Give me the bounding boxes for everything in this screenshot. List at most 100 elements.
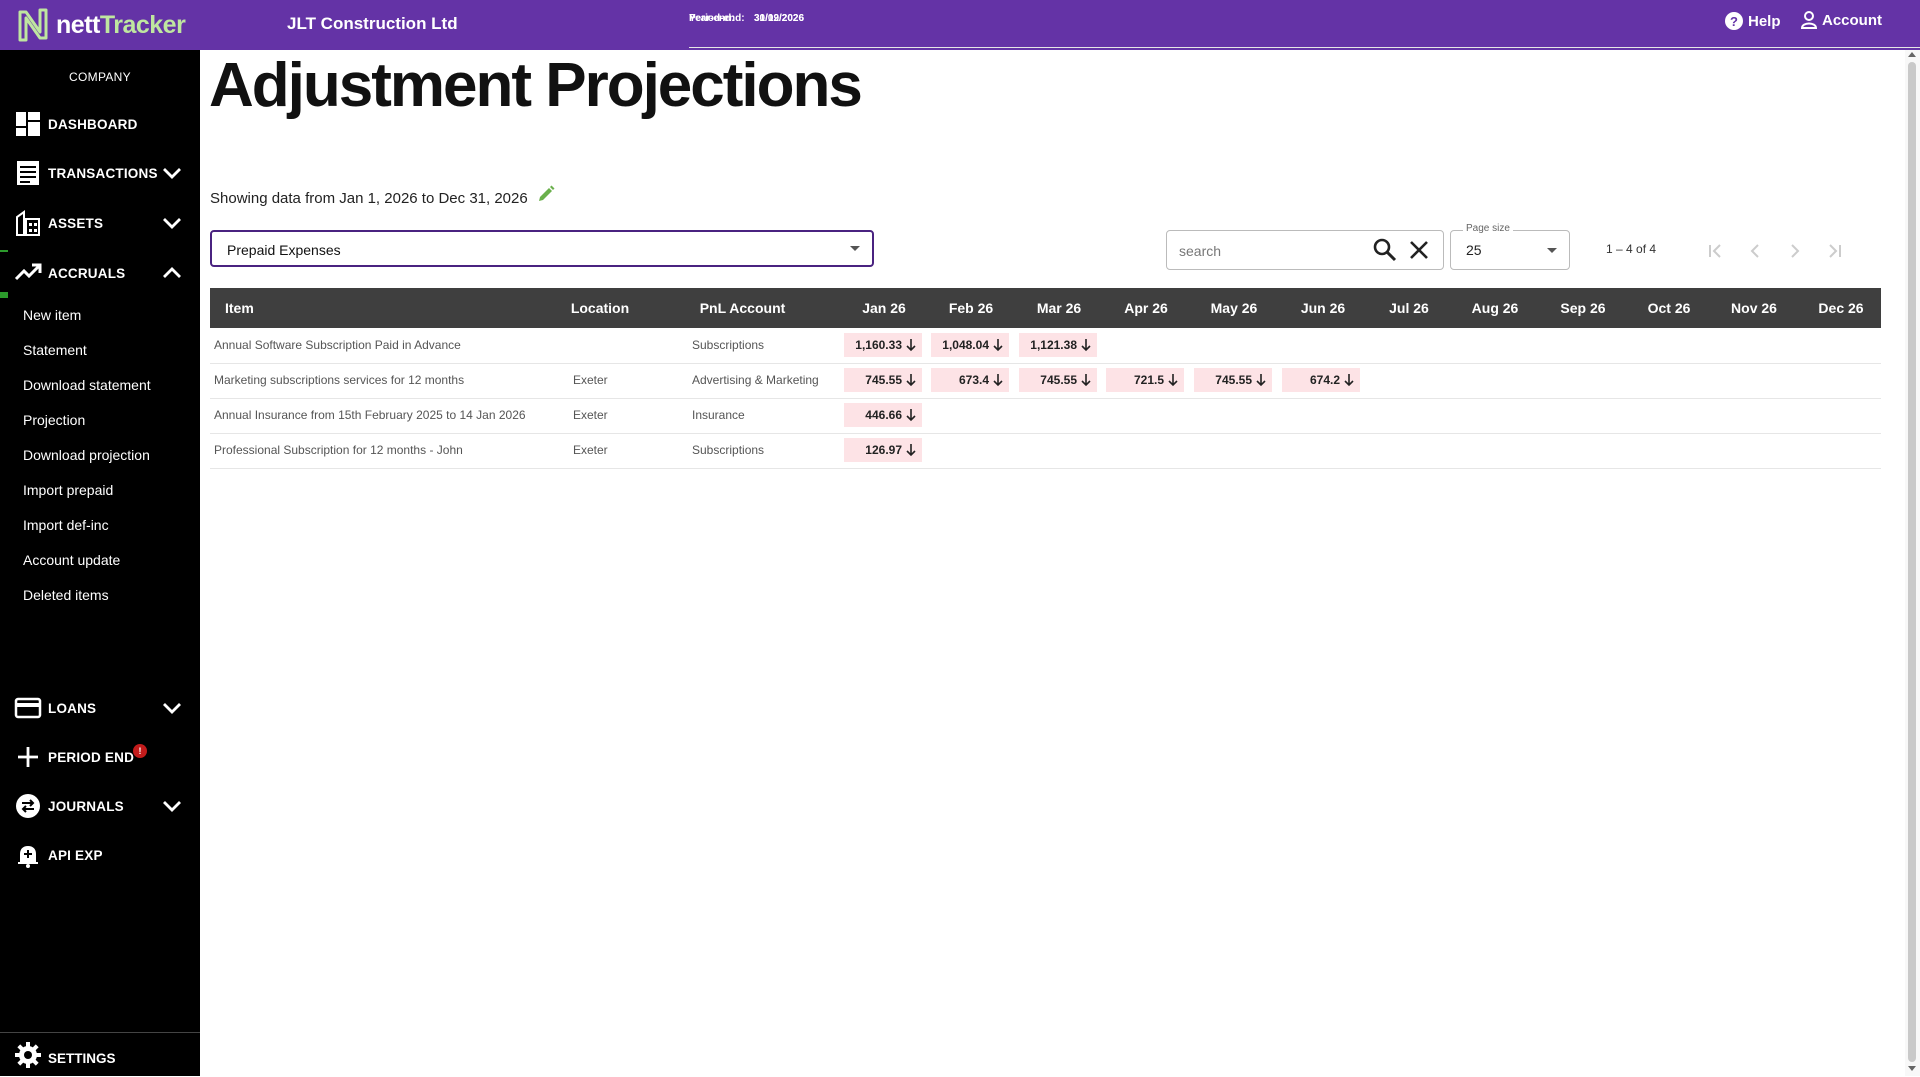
table-row[interactable]: Professional Subscription for 12 months …: [210, 433, 1881, 469]
sidebar-subitem-import-prepaid[interactable]: Import prepaid: [23, 482, 113, 498]
logo-text-tracker: Tracker: [99, 10, 186, 39]
app-logo[interactable]: nett Tracker: [14, 4, 186, 46]
sidebar-label-transactions: TRANSACTIONS: [48, 166, 158, 181]
sidebar-subitem-new-item[interactable]: New item: [23, 307, 81, 323]
column-header-pnl-account[interactable]: PnL Account: [680, 288, 805, 328]
sidebar-item-transactions[interactable]: TRANSACTIONS: [0, 152, 200, 192]
cell-pnl-account: Subscriptions: [692, 443, 765, 457]
page-size-select[interactable]: 25: [1450, 230, 1570, 270]
sidebar-item-period-end[interactable]: PERIOD END: [0, 736, 200, 776]
sidebar-item-loans[interactable]: LOANS: [0, 687, 200, 727]
list-icon: [17, 161, 39, 185]
sidebar-item-api-exp[interactable]: API EXP: [0, 834, 200, 874]
building-icon: [16, 210, 40, 236]
column-header-jun-26[interactable]: Jun 26: [1284, 288, 1362, 328]
table-header: Item Location PnL Account Jan 26 Feb 26 …: [210, 288, 1881, 328]
table-row[interactable]: Marketing subscriptions services for 12 …: [210, 363, 1881, 399]
chevron-down-icon: [163, 168, 181, 179]
user-icon: [1800, 11, 1818, 29]
scroll-up-arrow-icon[interactable]: [1908, 52, 1916, 57]
column-header-item[interactable]: Item: [225, 288, 254, 328]
gear-icon: [15, 1042, 41, 1068]
dropdown-arrow-icon: [850, 246, 860, 251]
column-header-jul-26[interactable]: Jul 26: [1370, 288, 1448, 328]
amount-cell[interactable]: 745.55: [1019, 368, 1097, 392]
arrow-down-icon: [993, 374, 1003, 387]
sidebar-subitem-account-update[interactable]: Account update: [23, 552, 120, 568]
dashboard-icon: [16, 112, 40, 136]
close-icon[interactable]: [1407, 238, 1431, 262]
table-row[interactable]: Annual Insurance from 15th February 2025…: [210, 398, 1881, 434]
category-dropdown[interactable]: Prepaid Expenses: [210, 230, 874, 267]
amount-cell[interactable]: 1,160.33: [844, 333, 922, 357]
column-header-aug-26[interactable]: Aug 26: [1456, 288, 1534, 328]
help-button[interactable]: ? Help: [1724, 11, 1781, 31]
column-header-sep-26[interactable]: Sep 26: [1544, 288, 1622, 328]
company-name: JLT Construction Ltd: [287, 14, 458, 33]
cell-pnl-account: Subscriptions: [692, 338, 765, 352]
sidebar-item-settings[interactable]: SETTINGS: [0, 1032, 200, 1077]
previous-page-icon[interactable]: [1743, 239, 1767, 263]
first-page-icon[interactable]: [1703, 239, 1727, 263]
svg-text:?: ?: [1730, 14, 1738, 29]
sidebar-subitem-import-def-inc[interactable]: Import def-inc: [23, 517, 109, 533]
sidebar-subitem-download-statement[interactable]: Download statement: [23, 377, 151, 393]
amount-cell[interactable]: 1,121.38: [1019, 333, 1097, 357]
column-header-dec-26[interactable]: Dec 26: [1802, 288, 1880, 328]
search-input[interactable]: [1177, 239, 1361, 263]
sidebar-subitem-deleted-items[interactable]: Deleted items: [23, 587, 109, 603]
scrollbar-thumb[interactable]: [1908, 62, 1916, 1062]
sidebar-item-journals[interactable]: JOURNALS: [0, 785, 200, 825]
sidebar-item-accruals[interactable]: ACCRUALS: [0, 252, 200, 292]
column-header-may-26[interactable]: May 26: [1195, 288, 1273, 328]
amount-cell[interactable]: 126.97: [844, 438, 922, 462]
amount-cell[interactable]: 721.5: [1106, 368, 1184, 392]
cell-location: Exeter: [573, 443, 608, 457]
amount-cell[interactable]: 673.4: [931, 368, 1009, 392]
chevron-down-icon: [163, 218, 181, 229]
page-size-label: Page size: [1463, 223, 1513, 234]
pencil-icon[interactable]: [536, 184, 556, 204]
sidebar-label-journals: JOURNALS: [48, 799, 124, 814]
column-header-nov-26[interactable]: Nov 26: [1715, 288, 1793, 328]
column-header-feb-26[interactable]: Feb 26: [932, 288, 1010, 328]
sidebar-item-assets[interactable]: ASSETS: [0, 202, 200, 242]
scroll-down-arrow-icon[interactable]: [1908, 1066, 1916, 1071]
sidebar-item-dashboard[interactable]: DASHBOARD: [0, 103, 200, 143]
top-bar: nett Tracker JLT Construction Ltd Year-en…: [0, 0, 1920, 50]
sidebar: COMPANY DASHBOARD TRANSACTIONS ASSETS AC…: [0, 50, 200, 1076]
arrow-down-icon: [906, 409, 916, 422]
account-label: Account: [1822, 11, 1882, 29]
table-row[interactable]: Annual Software Subscription Paid in Adv…: [210, 328, 1881, 364]
sidebar-subitem-projection[interactable]: Projection: [23, 412, 85, 428]
scrollbar[interactable]: [1905, 50, 1920, 1076]
account-button[interactable]: Account: [1800, 11, 1882, 29]
column-header-apr-26[interactable]: Apr 26: [1107, 288, 1185, 328]
amount-cell[interactable]: 745.55: [1194, 368, 1272, 392]
chevron-down-icon: [163, 703, 181, 714]
credit-card-icon: [14, 697, 42, 719]
amount-cell[interactable]: 745.55: [844, 368, 922, 392]
sidebar-subitem-download-projection[interactable]: Download projection: [23, 447, 150, 463]
arrow-down-icon: [1256, 374, 1266, 387]
search-icon[interactable]: [1372, 237, 1398, 263]
dropdown-arrow-icon: [1547, 248, 1557, 253]
next-page-icon[interactable]: [1783, 239, 1807, 263]
sidebar-subitem-statement[interactable]: Statement: [23, 342, 87, 358]
logo-text-nett: nett: [56, 10, 100, 39]
column-header-mar-26[interactable]: Mar 26: [1020, 288, 1098, 328]
amount-cell[interactable]: 446.66: [844, 403, 922, 427]
arrow-down-icon: [1344, 374, 1354, 387]
column-header-location[interactable]: Location: [555, 288, 645, 328]
last-page-icon[interactable]: [1823, 239, 1847, 263]
column-header-oct-26[interactable]: Oct 26: [1630, 288, 1708, 328]
sidebar-label-dashboard: DASHBOARD: [48, 117, 138, 132]
bell-plus-icon: [18, 846, 38, 868]
column-header-jan-26[interactable]: Jan 26: [845, 288, 923, 328]
sidebar-label-api-exp: API EXP: [48, 848, 103, 863]
amount-cell[interactable]: 1,048.04: [931, 333, 1009, 357]
help-icon: ?: [1725, 12, 1743, 30]
arrow-down-icon: [906, 339, 916, 352]
amount-cell[interactable]: 674.2: [1282, 368, 1360, 392]
cell-item: Annual Software Subscription Paid in Adv…: [214, 338, 461, 352]
